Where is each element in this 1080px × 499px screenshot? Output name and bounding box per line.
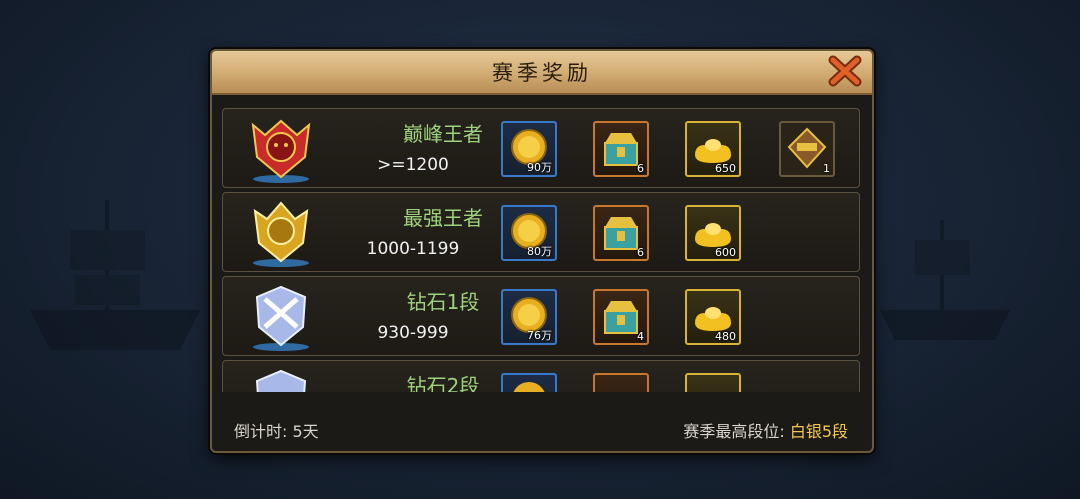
rank-row-peak-king: 巅峰王者 >=1200 90万 6 650 1 [222, 108, 860, 188]
rank-score-range: >=1200 [377, 155, 449, 175]
rank-score-range: 930-999 [377, 323, 449, 343]
gold-king-emblem-icon [253, 201, 309, 267]
close-icon[interactable] [828, 55, 862, 87]
gold-ingot-icon [689, 377, 737, 392]
reward-gold-coin[interactable] [501, 373, 557, 392]
gold-coin-icon [513, 382, 545, 392]
reward-quantity: 1 [823, 162, 830, 175]
rank-reward-list[interactable]: 巅峰王者 >=1200 90万 6 650 1 最强王者 1000-1199 8… [222, 108, 860, 392]
rank-name: 钻石1段 [406, 290, 480, 314]
diamond-emblem-icon [253, 285, 309, 351]
reward-treasure-chest[interactable] [593, 373, 649, 392]
ship-silhouette-icon [30, 200, 200, 350]
reward-treasure-chest[interactable]: 4 [593, 289, 649, 345]
reward-quantity: 650 [715, 162, 736, 175]
season-best-rank: 赛季最高段位: 白银5段 [683, 418, 848, 442]
rank-score-range: 1000-1199 [366, 239, 460, 259]
dialog-title-bar: 赛季奖励 [212, 51, 872, 95]
reward-gold-coin[interactable]: 90万 [501, 121, 557, 177]
reward-gold-coin[interactable]: 76万 [501, 289, 557, 345]
reward-title-badge[interactable]: 1 [779, 121, 835, 177]
red-king-emblem-icon [251, 119, 311, 183]
treasure-chest-icon [597, 377, 645, 392]
reward-quantity: 80万 [527, 245, 552, 258]
rank-name: 巅峰王者 [403, 122, 483, 146]
reward-quantity: 6 [637, 162, 644, 175]
reward-gold-ingot[interactable]: 600 [685, 205, 741, 261]
reward-quantity: 76万 [527, 329, 552, 342]
dialog-title: 赛季奖励 [492, 61, 592, 85]
rank-row-diamond-2: 钻石2段 [222, 360, 860, 392]
reward-treasure-chest[interactable]: 6 [593, 205, 649, 261]
rank-name: 最强王者 [403, 206, 483, 230]
rank-row-strongest-king: 最强王者 1000-1199 80万 6 600 [222, 192, 860, 272]
reward-gold-coin[interactable]: 80万 [501, 205, 557, 261]
reward-treasure-chest[interactable]: 6 [593, 121, 649, 177]
rank-name: 钻石2段 [406, 374, 480, 392]
reward-quantity: 4 [637, 330, 644, 343]
best-rank-value: 白银5段 [789, 422, 848, 441]
reward-quantity: 480 [715, 330, 736, 343]
reward-quantity: 600 [715, 246, 736, 259]
season-rewards-dialog: 赛季奖励 巅峰王者 >=1200 90万 6 650 1 最强王者 1000-1… [210, 49, 874, 453]
reward-quantity: 6 [637, 246, 644, 259]
best-rank-label: 赛季最高段位: [683, 422, 785, 441]
reward-gold-ingot[interactable] [685, 373, 741, 392]
diamond-emblem-icon [255, 369, 307, 392]
reward-gold-ingot[interactable]: 480 [685, 289, 741, 345]
season-countdown: 倒计时: 5天 [234, 422, 319, 441]
rank-row-diamond-1: 钻石1段 930-999 76万 4 480 [222, 276, 860, 356]
reward-gold-ingot[interactable]: 650 [685, 121, 741, 177]
ship-silhouette-icon [880, 220, 1010, 340]
reward-quantity: 90万 [527, 161, 552, 174]
